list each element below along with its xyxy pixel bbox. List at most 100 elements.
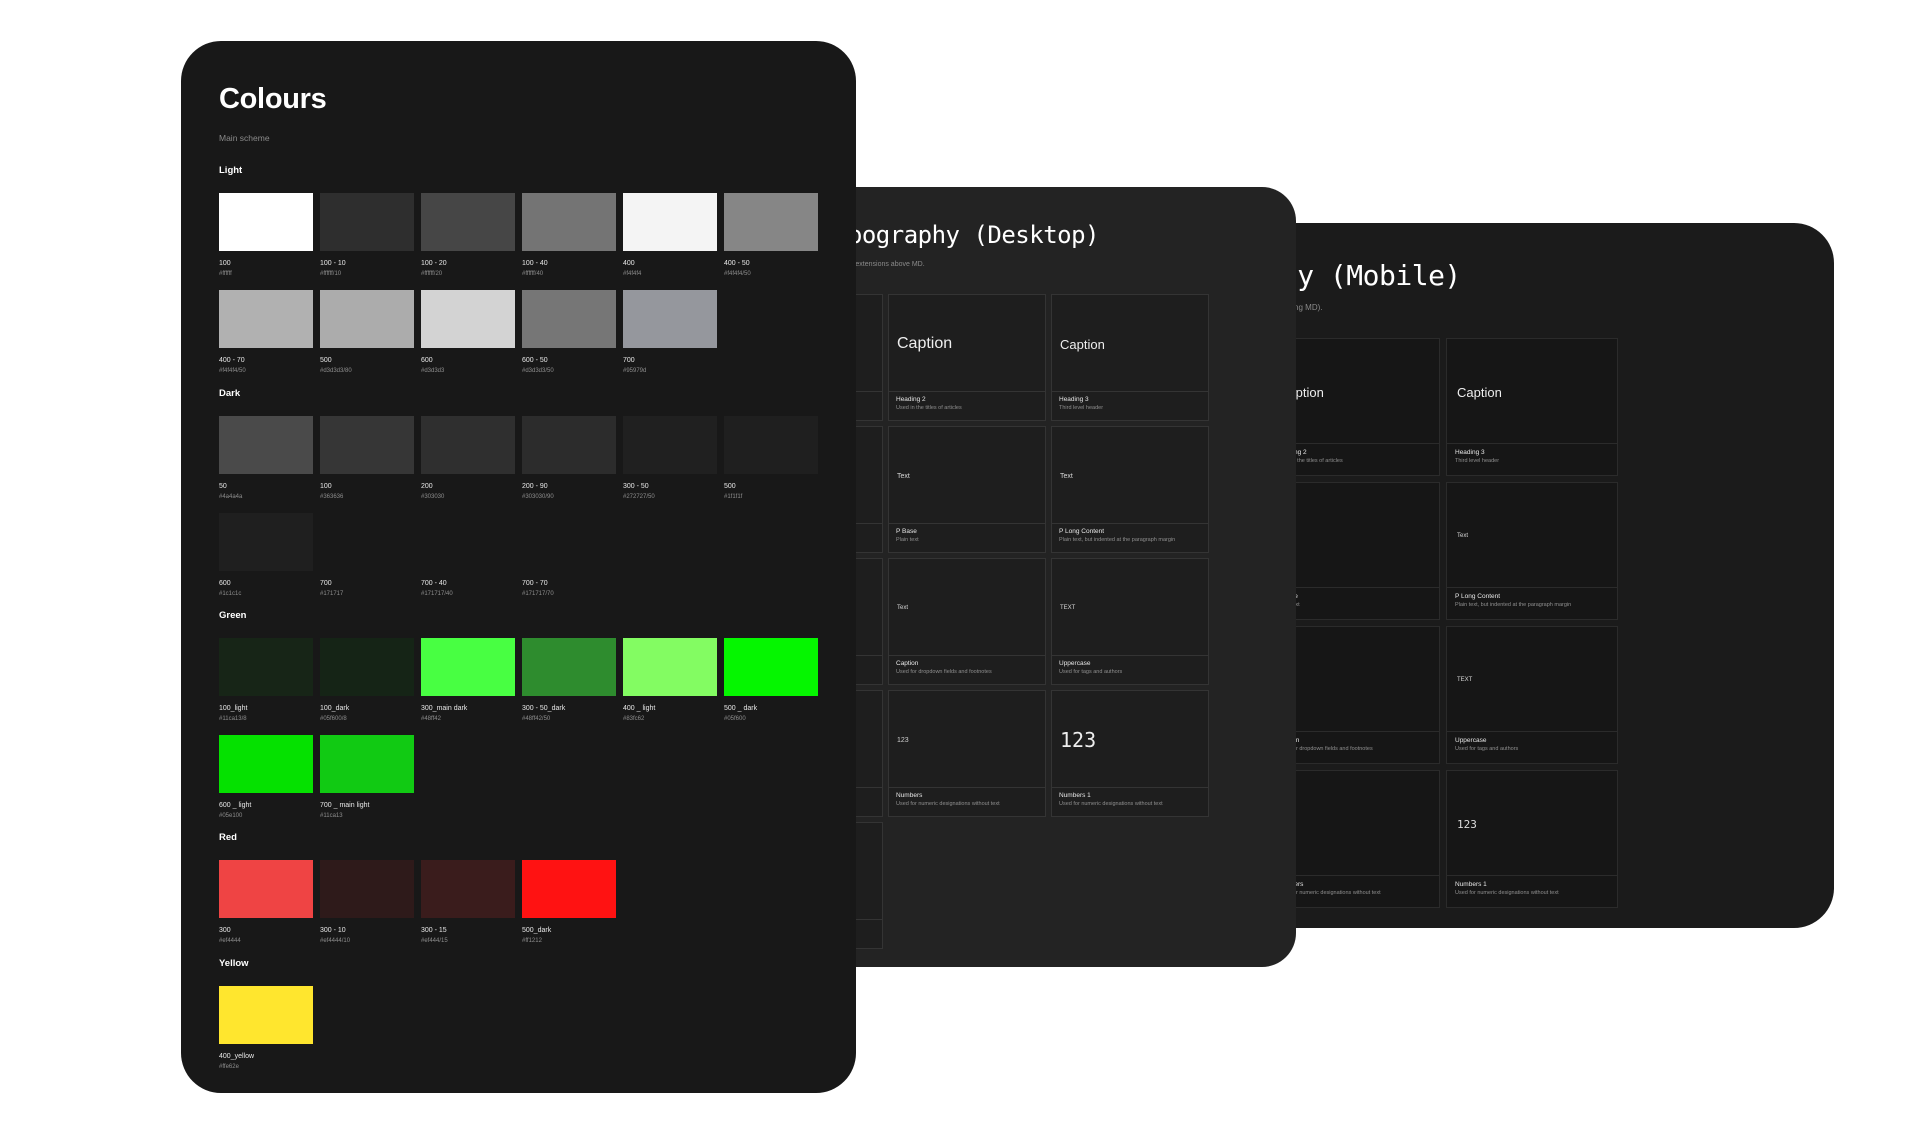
type-cell-footer: Numbers 1 Used for numeric designations w… bbox=[1447, 875, 1617, 907]
colour-swatch: 300 - 10 #ef4444/10 bbox=[320, 860, 414, 944]
colour-swatch: 500 _ dark #05f600 bbox=[724, 638, 818, 722]
desktop-type-grid: CaptionHeading 1Top level headerCaptionH… bbox=[820, 294, 1209, 949]
desktop-type-cell: Text Caption Used for dropdown fields and … bbox=[888, 558, 1046, 685]
type-style-name: Numbers 1 bbox=[1059, 792, 1091, 799]
swatch-hex: #171717/40 bbox=[421, 591, 453, 598]
swatch-label: 500_dark bbox=[522, 927, 552, 934]
swatch-label: 400 - 70 bbox=[219, 357, 245, 364]
swatch-hex: #ff1212 bbox=[522, 938, 542, 945]
swatch-colour-box bbox=[421, 416, 515, 474]
colour-swatch: 600 - 50 #d3d3d3/50 bbox=[522, 290, 616, 374]
swatch-colour-box bbox=[623, 416, 717, 474]
type-cell-footer: Caption Used for dropdown fields and foot… bbox=[889, 655, 1045, 684]
swatch-label: 400 _ light bbox=[623, 705, 656, 712]
type-style-name: Heading 2 bbox=[1277, 449, 1307, 456]
colour-swatch: 700 #95979d bbox=[623, 290, 717, 374]
colour-swatch: 700 #171717 bbox=[320, 513, 414, 597]
swatch-colour-box bbox=[522, 513, 616, 571]
type-sample: 123 bbox=[897, 736, 909, 744]
type-cell-footer: Uppercase Used for tags and authors bbox=[1052, 655, 1208, 684]
swatch-colour-box bbox=[623, 193, 717, 251]
swatch-colour-box bbox=[522, 860, 616, 918]
swatch-label: 100 - 20 bbox=[421, 260, 447, 267]
swatch-row: 400_yellow #ffe62e bbox=[219, 986, 313, 1070]
type-sample: 123 bbox=[1060, 728, 1097, 752]
typography-desktop-card: Typography (Desktop) For screen extensio… bbox=[820, 187, 1296, 967]
swatch-colour-box bbox=[320, 513, 414, 571]
type-cell-footer: Uppercase Used for tags and authors bbox=[1447, 731, 1617, 763]
type-sample: Text bbox=[1457, 533, 1469, 539]
type-style-description: Used for dropdown fields and footnotes bbox=[1277, 746, 1373, 753]
type-style-name: P Base bbox=[896, 528, 917, 535]
swatch-hex: #05f600/8 bbox=[320, 716, 347, 723]
type-sample: Text bbox=[897, 605, 909, 611]
type-style-description: Plain text, but indented at the paragrap… bbox=[1455, 602, 1572, 609]
colour-swatch: 300 - 50_dark #48ff42/50 bbox=[522, 638, 616, 722]
swatch-colour-box bbox=[724, 193, 818, 251]
swatch-label: 700 _ main light bbox=[320, 802, 370, 809]
type-style-description: Third level header bbox=[1059, 405, 1104, 412]
swatch-colour-box bbox=[219, 638, 313, 696]
desktop-type-cell: TEXT Uppercase Used for tags and authors bbox=[1051, 558, 1209, 685]
swatch-colour-box bbox=[219, 735, 313, 793]
swatch-colour-box bbox=[219, 986, 313, 1044]
mobile-type-cell: Text P Long Content Plain text, but indent… bbox=[1446, 482, 1618, 620]
swatch-label: 600 _ light bbox=[219, 802, 252, 809]
swatch-colour-box bbox=[522, 193, 616, 251]
swatch-hex: #d3d3d3 bbox=[421, 368, 445, 375]
type-style-description: Used for tags and authors bbox=[1455, 746, 1519, 753]
colour-swatch: 700 _ main light #11ca13 bbox=[320, 735, 414, 819]
swatch-hex: #1c1c1c bbox=[219, 591, 242, 598]
desktop-title: Typography (Desktop) bbox=[820, 221, 1099, 249]
colour-swatch: 100 #ffffff bbox=[219, 193, 313, 277]
colour-swatch: 100 #363636 bbox=[320, 416, 414, 500]
type-style-name: Heading 2 bbox=[896, 396, 926, 403]
swatch-colour-box bbox=[522, 638, 616, 696]
swatch-label: 700 - 70 bbox=[522, 580, 548, 587]
swatch-hex: #48ff42/50 bbox=[522, 716, 551, 723]
colour-swatch: 400_yellow #ffe62e bbox=[219, 986, 313, 1070]
type-style-description: Used for numeric designations without te… bbox=[1277, 890, 1381, 897]
desktop-type-cell: Caption Heading 3 Third level header bbox=[1051, 294, 1209, 421]
swatch-colour-box bbox=[320, 416, 414, 474]
swatch-hex: #d3d3d3/50 bbox=[522, 368, 554, 375]
type-cell-footer: Heading 3 Third level header bbox=[1447, 443, 1617, 475]
swatch-label: 400 bbox=[623, 260, 635, 267]
swatch-hex: #ffffff/40 bbox=[522, 271, 544, 278]
swatch-colour-box bbox=[320, 193, 414, 251]
colour-swatch: 300 - 15 #ef444/15 bbox=[421, 860, 515, 944]
swatch-colour-box bbox=[320, 638, 414, 696]
colours-title: Colours bbox=[219, 83, 327, 115]
colour-section-title: Red bbox=[219, 832, 237, 843]
colour-swatch: 400 - 50 #f4f4f4/50 bbox=[724, 193, 818, 277]
swatch-label: 50 bbox=[219, 483, 227, 490]
colour-swatch: 200 #303030 bbox=[421, 416, 515, 500]
desktop-type-cell: 123 Numbers Used for numeric designations … bbox=[888, 690, 1046, 817]
swatch-colour-box bbox=[219, 193, 313, 251]
type-sample: Caption bbox=[1060, 336, 1105, 352]
swatch-hex: #303030 bbox=[421, 494, 445, 501]
type-style-name: P Long Content bbox=[1455, 593, 1501, 600]
swatch-colour-box bbox=[421, 860, 515, 918]
desktop-type-cell: Text P Long Content Plain text, but indent… bbox=[1051, 426, 1209, 553]
type-style-description: Used for numeric designations without te… bbox=[1455, 890, 1559, 897]
swatch-row: 400 - 70 #f4f4f4/50 500 #d3d3d3/80 600 #d3d3d… bbox=[219, 290, 717, 374]
swatch-colour-box bbox=[320, 860, 414, 918]
type-style-description: Plain text bbox=[1277, 601, 1431, 609]
swatch-colour-box bbox=[724, 638, 818, 696]
swatch-label: 500 _ dark bbox=[724, 705, 758, 712]
swatch-label: 700 - 40 bbox=[421, 580, 447, 587]
swatch-label: 300 - 15 bbox=[421, 927, 447, 934]
swatch-label: 400_yellow bbox=[219, 1053, 255, 1060]
swatch-hex: #f4f4f4/50 bbox=[724, 271, 751, 278]
colour-swatch: 500 #d3d3d3/80 bbox=[320, 290, 414, 374]
colour-section-title: Green bbox=[219, 610, 247, 621]
colour-swatch: 600 #d3d3d3 bbox=[421, 290, 515, 374]
swatch-hex: #303030/90 bbox=[522, 494, 554, 501]
type-cell-footer: P Long Content Plain text, but indented a… bbox=[1447, 587, 1617, 619]
swatch-label: 300 - 10 bbox=[320, 927, 346, 934]
swatch-hex: #171717/70 bbox=[522, 591, 554, 598]
type-sample: Caption bbox=[1457, 384, 1502, 400]
type-style-description: Used for dropdown fields and footnotes bbox=[896, 669, 992, 676]
colour-swatch: 700 - 40 #171717/40 bbox=[421, 513, 515, 597]
